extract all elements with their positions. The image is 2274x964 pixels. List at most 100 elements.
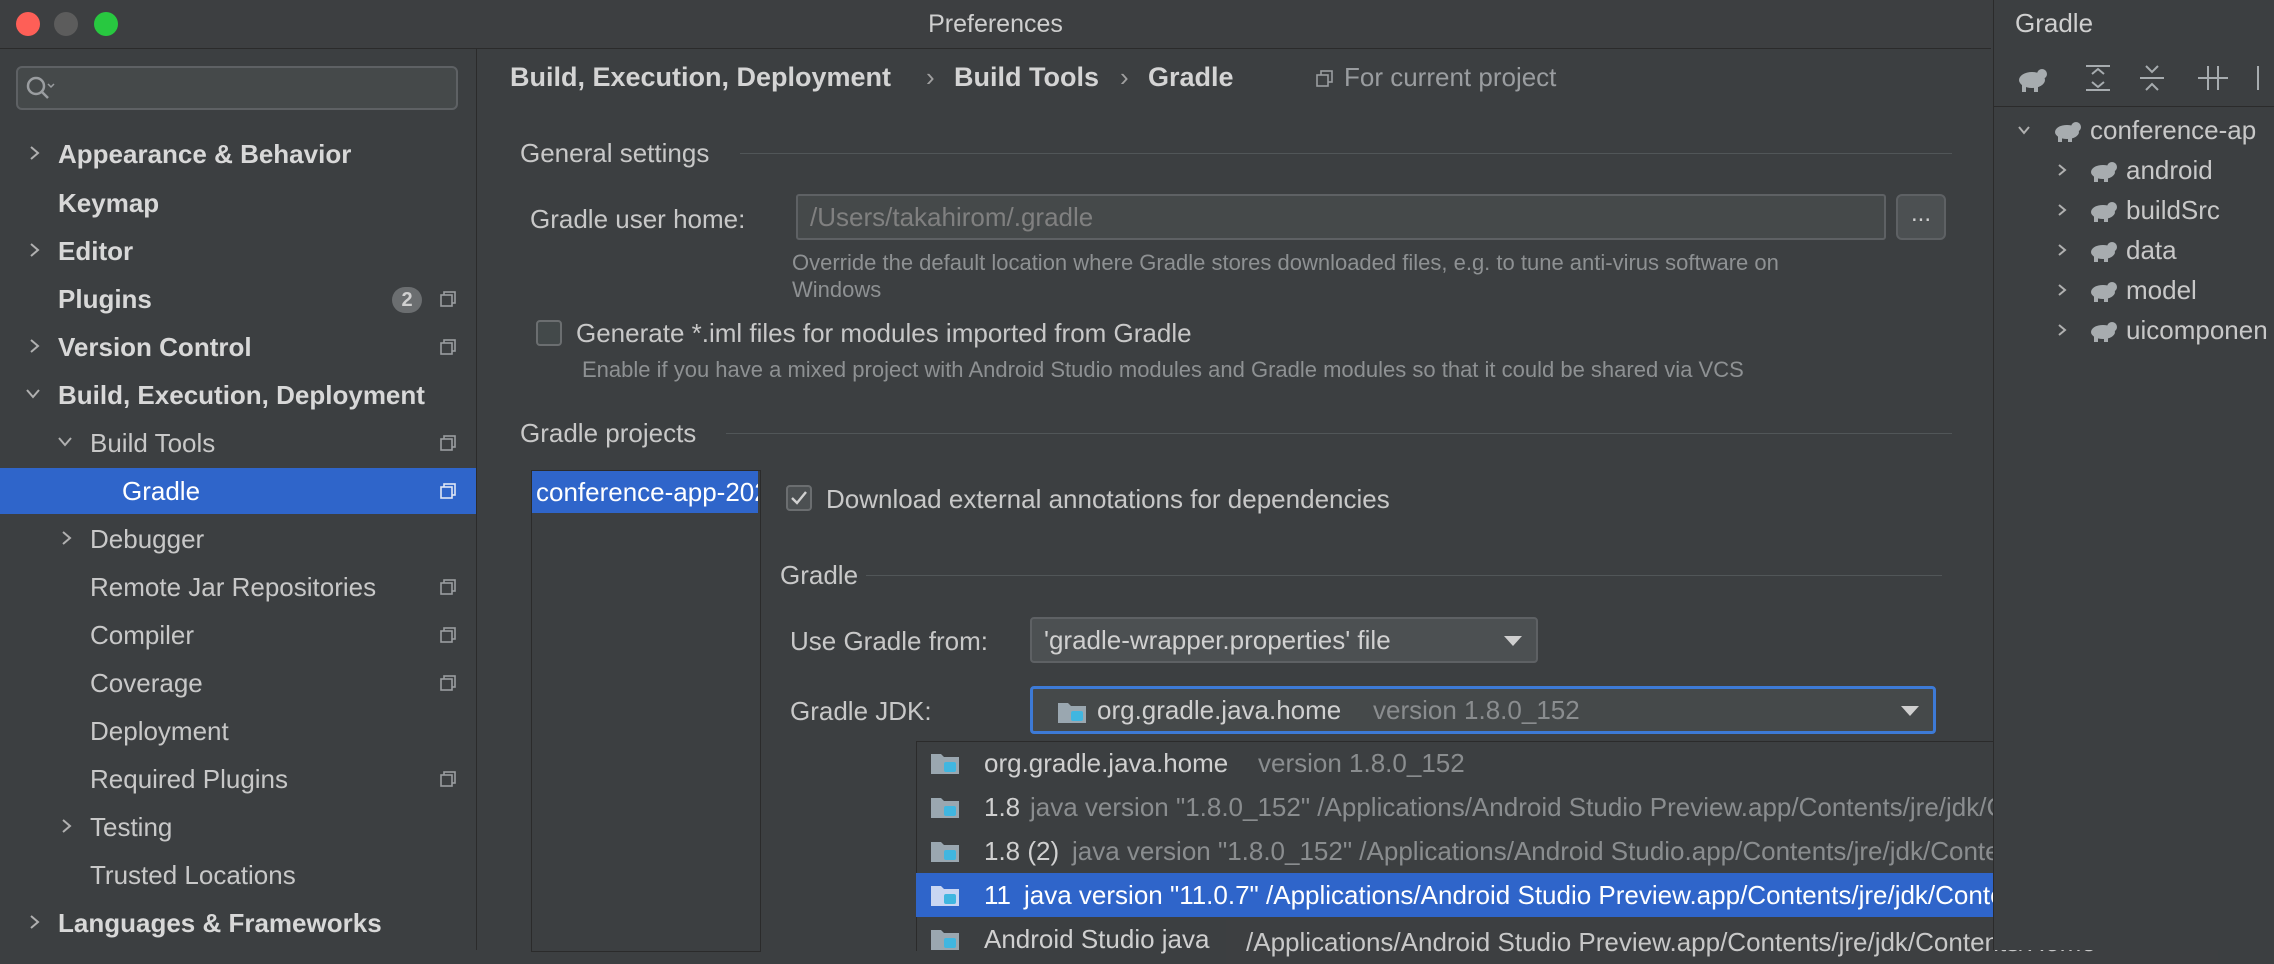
sidebar-item-remote-jar-repositories[interactable]: Remote Jar Repositories — [0, 564, 476, 610]
breadcrumb-item[interactable]: Build Tools — [954, 62, 1099, 93]
sidebar-item-compiler[interactable]: Compiler — [0, 612, 476, 658]
sidebar-item-appearance-behavior[interactable]: Appearance & Behavior — [0, 131, 476, 177]
gradle-module-item[interactable]: model — [2126, 270, 2197, 310]
sidebar-item-label: Required Plugins — [90, 764, 289, 794]
expand-all-icon[interactable] — [2082, 62, 2116, 94]
jdk-folder-icon — [931, 886, 959, 906]
breadcrumb-item: Gradle — [1148, 62, 1234, 92]
jdk-option-detail: java version "11.0.7" /Applications/Andr… — [1024, 880, 2116, 910]
sidebar-item-label: Version Control — [58, 332, 252, 362]
gradle-jdk-select[interactable]: org.gradle.java.home version 1.8.0_152 — [1030, 686, 1936, 734]
sidebar-item-required-plugins[interactable]: Required Plugins — [0, 756, 476, 802]
jdk-selected-version: version 1.8.0_152 — [1373, 695, 1580, 725]
sidebar-item-label: Languages & Frameworks — [58, 908, 382, 938]
chevron-right-icon — [2058, 204, 2067, 216]
sidebar-item-label: Testing — [90, 812, 173, 842]
gradle-projects-list[interactable] — [531, 470, 761, 952]
link-gradle-project-icon[interactable] — [2196, 62, 2230, 94]
sidebar-item-trusted-locations[interactable]: Trusted Locations — [0, 852, 476, 898]
breadcrumb-separator-icon: › — [926, 62, 935, 92]
hint-line: Windows — [792, 277, 882, 302]
chevron-right-icon — [62, 531, 72, 545]
chevron-right-icon — [2058, 324, 2067, 336]
generate-iml-checkbox[interactable] — [536, 320, 562, 346]
chevron-right-icon — [30, 339, 40, 353]
sidebar-item-plugins[interactable]: Plugins 2 — [0, 276, 476, 322]
breadcrumb-separator-icon: › — [1120, 62, 1129, 92]
sidebar-item-editor[interactable]: Editor — [0, 228, 476, 274]
sidebar-item-build-tools[interactable]: Build Tools — [0, 420, 476, 466]
sidebar-item-label: Build Tools — [90, 428, 216, 458]
gradle-project-root[interactable]: conference-ap — [2090, 110, 2256, 150]
hint-line: Override the default location where Grad… — [792, 250, 1779, 275]
chevron-right-icon — [2058, 164, 2067, 176]
sidebar-item-label: Plugins — [58, 284, 152, 314]
jdk-folder-icon — [931, 754, 959, 774]
generate-iml-hint: Enable if you have a mixed project with … — [582, 357, 1744, 382]
browse-button[interactable]: ... — [1896, 194, 1946, 240]
breadcrumb-item[interactable]: Build, Execution, Deployment — [510, 62, 891, 93]
sidebar-item-version-control[interactable]: Version Control — [0, 324, 476, 370]
window-title: Preferences — [928, 10, 1063, 38]
use-gradle-from-select[interactable]: 'gradle-wrapper.properties' file — [1030, 617, 1538, 663]
gradle-module-item[interactable]: data — [2126, 230, 2177, 270]
generate-iml-label: Generate *.iml files for modules importe… — [576, 318, 1192, 348]
sidebar-item-keymap[interactable]: Keymap — [0, 180, 476, 226]
chevron-down-icon — [58, 437, 72, 447]
settings-search-input[interactable] — [16, 66, 458, 110]
chevron-down-icon — [26, 389, 40, 399]
sidebar-item-label: Remote Jar Repositories — [90, 572, 377, 602]
more-toolbar-icon[interactable] — [2250, 62, 2274, 94]
gradle-user-home-hint: Override the default location where Grad… — [792, 249, 1779, 303]
project-scope-icon — [440, 627, 456, 643]
gradle-user-home-input[interactable]: /Users/takahirom/.gradle — [796, 194, 1886, 240]
sidebar-item-label: Editor — [58, 236, 134, 266]
chevron-right-icon — [30, 915, 40, 929]
project-scope-icon — [440, 435, 456, 451]
chevron-right-icon — [30, 146, 40, 160]
chevron-right-icon — [62, 819, 72, 833]
gradle-elephant-icon — [2091, 322, 2117, 342]
checkmark-icon — [791, 491, 807, 505]
sidebar-item-gradle[interactable]: Gradle — [0, 468, 476, 514]
gradle-section-title: Gradle — [780, 560, 859, 590]
gradle-jdk-label: Gradle JDK: — [790, 696, 932, 726]
project-scope-icon — [440, 579, 456, 595]
sidebar-item-label: Build, Execution, Deployment — [58, 380, 425, 410]
jdk-folder-icon — [1058, 703, 1086, 723]
jdk-option-name: 11 — [984, 880, 1011, 910]
chevron-down-icon — [1901, 706, 1919, 716]
sidebar-item-deployment[interactable]: Deployment — [0, 708, 476, 754]
project-list-item[interactable]: conference-app-2021 — [532, 471, 758, 513]
sidebar-item-testing[interactable]: Testing — [0, 804, 476, 850]
chevron-right-icon — [2058, 244, 2067, 256]
section-divider — [740, 153, 1952, 154]
sidebar-item-label: Deployment — [90, 716, 229, 746]
gradle-elephant-icon — [2091, 242, 2117, 262]
sidebar-item-label: Appearance & Behavior — [58, 139, 352, 169]
reload-gradle-icon[interactable] — [2016, 62, 2050, 94]
search-icon — [26, 76, 55, 99]
project-scope-icon — [440, 339, 456, 355]
jdk-folder-icon — [931, 842, 959, 862]
gradle-module-item[interactable]: android — [2126, 150, 2213, 190]
project-scope-icon — [440, 483, 456, 499]
project-scope-icon — [1316, 70, 1333, 87]
gradle-module-item[interactable]: uicomponen — [2126, 310, 2268, 350]
sidebar-item-label: Debugger — [90, 524, 205, 554]
download-annotations-checkbox[interactable] — [786, 485, 812, 511]
general-settings-title: General settings — [520, 138, 710, 168]
project-scope-icon — [440, 291, 456, 307]
collapse-all-icon[interactable] — [2136, 62, 2170, 94]
gradle-user-home-label: Gradle user home: — [530, 204, 746, 234]
jdk-option-name: Android Studio java — [984, 924, 1210, 954]
sidebar-item-coverage[interactable]: Coverage — [0, 660, 476, 706]
jdk-folder-icon — [931, 930, 959, 950]
chevron-down-icon — [1504, 636, 1522, 646]
section-divider — [866, 575, 1942, 576]
sidebar-item-debugger[interactable]: Debugger — [0, 516, 476, 562]
gradle-module-item[interactable]: buildSrc — [2126, 190, 2220, 230]
sidebar-item-languages-frameworks[interactable]: Languages & Frameworks — [0, 900, 476, 946]
sidebar-item-build-execution-deployment[interactable]: Build, Execution, Deployment — [0, 372, 476, 418]
jdk-option-detail: java version "1.8.0_152" /Applications/A… — [1072, 836, 2111, 866]
